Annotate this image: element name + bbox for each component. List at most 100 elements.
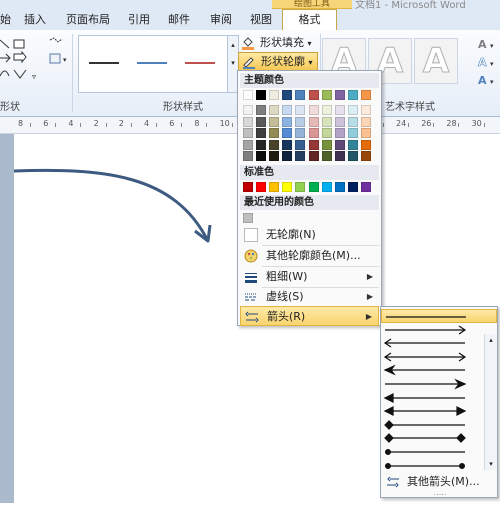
- recent-color-swatch[interactable]: [243, 213, 253, 223]
- theme-color-swatch[interactable]: [321, 90, 332, 100]
- style-line-black[interactable]: [89, 62, 119, 64]
- standard-color-swatch[interactable]: [269, 182, 280, 192]
- menu-arrows[interactable]: 箭头(R) ▶: [240, 306, 379, 326]
- scroll-up-icon[interactable]: ▴: [485, 334, 497, 346]
- theme-shade-swatch[interactable]: [308, 116, 319, 127]
- theme-color-swatch[interactable]: [282, 90, 293, 100]
- theme-shade-swatch[interactable]: [347, 116, 358, 127]
- gallery-up-icon[interactable]: ▴: [228, 36, 238, 54]
- menu-dashes[interactable]: 虚线(S) ▶: [240, 287, 379, 307]
- theme-shade-swatch[interactable]: [347, 139, 358, 150]
- theme-shade-swatch[interactable]: [256, 151, 267, 161]
- tab-view[interactable]: 视图: [250, 11, 272, 29]
- tab-mailings[interactable]: 邮件: [168, 11, 190, 29]
- theme-shade-swatch[interactable]: [282, 139, 293, 150]
- standard-color-swatch[interactable]: [243, 182, 253, 192]
- shapes-more-icon[interactable]: ▿: [32, 72, 42, 84]
- theme-shade-swatch[interactable]: [334, 116, 345, 127]
- theme-shade-swatch[interactable]: [347, 128, 358, 138]
- shape-style-gallery[interactable]: [78, 35, 228, 93]
- theme-shade-swatch[interactable]: [243, 128, 253, 138]
- style-line-red[interactable]: [185, 62, 215, 64]
- theme-shade-swatch[interactable]: [282, 128, 293, 138]
- wordart-style-3[interactable]: A: [414, 38, 458, 84]
- theme-shade-swatch[interactable]: [308, 139, 319, 150]
- theme-color-swatch[interactable]: [308, 90, 319, 100]
- standard-color-swatch[interactable]: [282, 182, 293, 192]
- theme-shade-swatch[interactable]: [321, 128, 332, 138]
- theme-shade-swatch[interactable]: [308, 151, 319, 161]
- tab-review[interactable]: 审阅: [210, 11, 232, 29]
- theme-shade-swatch[interactable]: [295, 105, 306, 115]
- tab-references[interactable]: 引用: [128, 11, 150, 29]
- theme-shade-swatch[interactable]: [282, 105, 293, 115]
- menu-weight[interactable]: 粗细(W) ▶: [240, 267, 379, 287]
- arrow-option-none[interactable]: [381, 309, 497, 323]
- theme-shade-swatch[interactable]: [243, 116, 253, 127]
- theme-color-swatch[interactable]: [347, 90, 358, 100]
- menu-no-outline[interactable]: 无轮廓(N): [240, 225, 379, 245]
- submenu-scrollbar[interactable]: ▴ ▾: [484, 334, 497, 470]
- theme-shade-swatch[interactable]: [295, 116, 306, 127]
- shape-outline-button[interactable]: 形状轮廓 ▾: [238, 52, 318, 72]
- tab-format[interactable]: 格式: [282, 9, 337, 32]
- theme-shade-swatch[interactable]: [334, 105, 345, 115]
- theme-shade-swatch[interactable]: [334, 128, 345, 138]
- edit-shape-buttons[interactable]: ▾: [48, 36, 70, 86]
- theme-shade-swatch[interactable]: [243, 139, 253, 150]
- theme-shade-swatch[interactable]: [269, 151, 280, 161]
- theme-shade-swatch[interactable]: [360, 128, 371, 138]
- standard-color-swatch[interactable]: [347, 182, 358, 192]
- theme-shade-swatch[interactable]: [282, 151, 293, 161]
- theme-shade-swatch[interactable]: [269, 105, 280, 115]
- standard-color-swatch[interactable]: [321, 182, 332, 192]
- theme-color-swatch[interactable]: [360, 90, 371, 100]
- theme-shade-swatch[interactable]: [321, 116, 332, 127]
- theme-shade-swatch[interactable]: [295, 139, 306, 150]
- theme-shade-swatch[interactable]: [360, 105, 371, 115]
- tab-insert[interactable]: 插入: [24, 11, 46, 29]
- theme-shade-swatch[interactable]: [321, 151, 332, 161]
- tab-page-layout[interactable]: 页面布局: [66, 11, 110, 29]
- style-line-blue[interactable]: [137, 62, 167, 64]
- theme-shade-swatch[interactable]: [243, 151, 253, 161]
- theme-shade-swatch[interactable]: [360, 151, 371, 161]
- theme-shade-swatch[interactable]: [295, 128, 306, 138]
- standard-color-swatch[interactable]: [256, 182, 267, 192]
- standard-color-swatch[interactable]: [360, 182, 371, 192]
- theme-shade-swatch[interactable]: [334, 139, 345, 150]
- scroll-down-icon[interactable]: ▾: [485, 458, 497, 470]
- theme-shade-swatch[interactable]: [334, 151, 345, 161]
- standard-color-swatch[interactable]: [334, 182, 345, 192]
- theme-shade-swatch[interactable]: [256, 105, 267, 115]
- theme-shade-swatch[interactable]: [321, 139, 332, 150]
- text-fill-buttons[interactable]: A A A ▾ ▾ ▾: [462, 36, 498, 96]
- theme-shade-swatch[interactable]: [360, 139, 371, 150]
- theme-color-swatch[interactable]: [256, 90, 267, 100]
- theme-color-swatch[interactable]: [243, 90, 253, 100]
- standard-color-swatch[interactable]: [308, 182, 319, 192]
- theme-shade-swatch[interactable]: [295, 151, 306, 161]
- shape-fill-button[interactable]: 形状填充 ▾: [238, 34, 316, 52]
- theme-shade-swatch[interactable]: [347, 105, 358, 115]
- theme-shade-swatch[interactable]: [256, 128, 267, 138]
- theme-shade-swatch[interactable]: [347, 151, 358, 161]
- resize-grip[interactable]: .....: [420, 489, 460, 497]
- theme-shade-swatch[interactable]: [308, 105, 319, 115]
- theme-shade-swatch[interactable]: [256, 139, 267, 150]
- theme-shade-swatch[interactable]: [308, 128, 319, 138]
- theme-shade-swatch[interactable]: [282, 116, 293, 127]
- tab-home[interactable]: 始: [0, 11, 11, 29]
- theme-color-swatch[interactable]: [269, 90, 280, 100]
- theme-shade-swatch[interactable]: [256, 116, 267, 127]
- standard-color-swatch[interactable]: [295, 182, 306, 192]
- theme-shade-swatch[interactable]: [243, 105, 253, 115]
- theme-color-swatch[interactable]: [334, 90, 345, 100]
- theme-color-swatch[interactable]: [295, 90, 306, 100]
- theme-shade-swatch[interactable]: [360, 116, 371, 127]
- theme-shade-swatch[interactable]: [269, 139, 280, 150]
- theme-shade-swatch[interactable]: [321, 105, 332, 115]
- theme-shade-swatch[interactable]: [269, 128, 280, 138]
- menu-more-colors[interactable]: 其他轮廓颜色(M)...: [240, 246, 379, 266]
- theme-shade-swatch[interactable]: [269, 116, 280, 127]
